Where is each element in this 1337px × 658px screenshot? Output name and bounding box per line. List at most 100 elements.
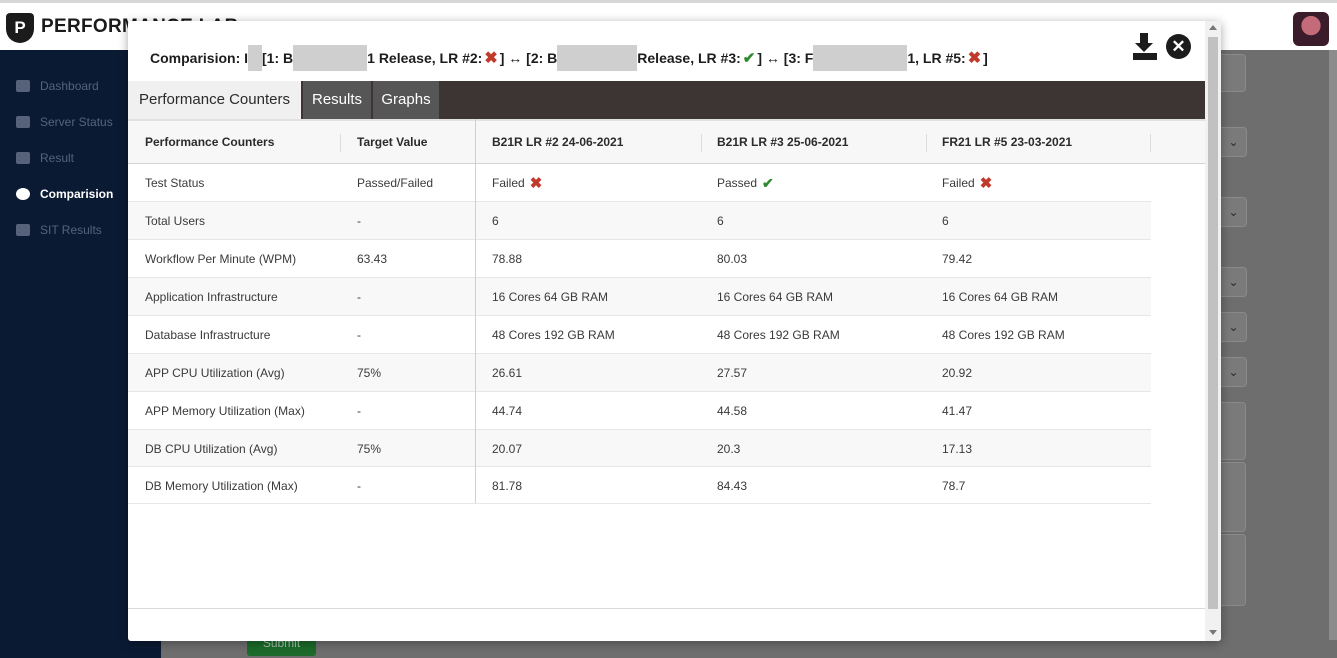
sitemap-icon <box>16 224 30 236</box>
column-header-target[interactable]: Target Value <box>357 121 427 164</box>
bar-chart-icon <box>16 80 30 92</box>
tab-results[interactable]: Results <box>301 81 371 119</box>
tab-performance-counters[interactable]: Performance Counters <box>128 81 301 119</box>
cell-counter: APP CPU Utilization (Avg) <box>145 366 285 380</box>
title-run3-open: ] ↔ [3: F <box>757 50 814 66</box>
cell-run-3: 20.92 <box>942 366 973 380</box>
list-icon <box>16 152 30 164</box>
cross-icon: ✖ <box>967 50 982 67</box>
cell-run-2: 27.57 <box>717 366 748 380</box>
app-logo: P <box>6 13 34 43</box>
cell-counter: DB CPU Utilization (Avg) <box>145 441 278 456</box>
chevron-down-icon: ⌄ <box>1221 197 1247 227</box>
cell-target: - <box>357 404 361 418</box>
sidebar-item-label: Result <box>40 151 75 165</box>
cell-run-2: 44.58 <box>717 404 748 418</box>
check-icon: ✔ <box>742 50 756 67</box>
chevron-down-icon: ⌄ <box>1221 357 1247 387</box>
table-row: Application Infrastructure - 16 Cores 64… <box>128 278 1151 316</box>
gears-icon <box>16 188 30 200</box>
table-header: Performance Counters Target Value B21R L… <box>128 119 1205 164</box>
redacted-block <box>557 45 638 71</box>
cell-counter: Test Status <box>145 176 205 190</box>
power-icon <box>16 116 30 128</box>
column-header-counter[interactable]: Performance Counters <box>145 121 274 164</box>
redacted-block <box>813 45 908 71</box>
table-row: Total Users - 6 6 6 <box>128 202 1151 240</box>
column-header-run-1[interactable]: B21R LR #2 24-06-2021 <box>492 121 623 164</box>
cell-run-3: 48 Cores 192 GB RAM <box>942 328 1065 342</box>
column-divider <box>926 134 927 152</box>
cell-run-1: Failed ✖ <box>492 164 542 202</box>
cell-run-2: 48 Cores 192 GB RAM <box>717 328 840 342</box>
sidebar-item-label: Dashboard <box>40 79 99 93</box>
close-circle-icon: ✕ <box>1171 37 1186 56</box>
status-text: Failed <box>492 176 525 190</box>
cell-target: 63.43 <box>357 252 388 266</box>
page-scrollbar[interactable] <box>1329 50 1337 640</box>
cell-target: - <box>357 478 361 493</box>
cell-target: - <box>357 214 361 228</box>
cell-run-1: 20.07 <box>492 441 523 456</box>
table-row: DB CPU Utilization (Avg) 75% 20.07 20.3 … <box>128 430 1151 467</box>
modal-scrollbar[interactable] <box>1205 21 1221 641</box>
cell-target: - <box>357 328 361 342</box>
cell-run-3: 41.47 <box>942 404 973 418</box>
cell-counter: Workflow Per Minute (WPM) <box>145 252 297 266</box>
table-row: DB Memory Utilization (Max) - 81.78 84.4… <box>128 467 1151 504</box>
cross-icon: ✖ <box>529 175 543 192</box>
table-row: APP Memory Utilization (Max) - 44.74 44.… <box>128 392 1151 430</box>
table-row: Database Infrastructure - 48 Cores 192 G… <box>128 316 1151 354</box>
table-row: Test Status Passed/Failed Failed ✖ Passe… <box>128 164 1151 202</box>
cell-counter: APP Memory Utilization (Max) <box>145 404 305 418</box>
status-text: Failed <box>942 176 975 190</box>
title-suffix: ] <box>983 50 988 66</box>
cell-run-1: 81.78 <box>492 478 523 493</box>
title-run3-close: 1, LR #5: <box>907 50 966 66</box>
cell-run-2: Passed ✔ <box>717 164 774 202</box>
cell-run-2: 16 Cores 64 GB RAM <box>717 290 834 304</box>
table-row: APP CPU Utilization (Avg) 75% 26.61 27.5… <box>128 354 1151 392</box>
download-button[interactable] <box>1131 33 1159 63</box>
user-avatar[interactable] <box>1293 12 1329 46</box>
tab-bar: Performance Counters Results Graphs <box>128 81 1205 119</box>
cell-run-1: 16 Cores 64 GB RAM <box>492 290 609 304</box>
cell-run-2: 84.43 <box>717 478 748 493</box>
column-divider <box>701 134 702 152</box>
cell-counter: Application Infrastructure <box>145 290 278 304</box>
cell-run-1: 44.74 <box>492 404 523 418</box>
redacted-block <box>248 45 263 71</box>
cell-run-3: 16 Cores 64 GB RAM <box>942 290 1059 304</box>
cell-run-1: 48 Cores 192 GB RAM <box>492 328 615 342</box>
cross-icon: ✖ <box>979 175 993 192</box>
tab-graphs[interactable]: Graphs <box>371 81 439 119</box>
cell-run-3: 79.42 <box>942 252 973 266</box>
cell-target: Passed/Failed <box>357 176 434 190</box>
sidebar-item-label: Comparision <box>40 187 114 201</box>
cell-run-3: 6 <box>942 214 949 228</box>
column-divider <box>1150 134 1151 152</box>
sidebar-item-label: SIT Results <box>40 223 102 237</box>
sidebar-item-label: Server Status <box>40 115 113 129</box>
cell-run-1: 26.61 <box>492 366 523 380</box>
cell-run-3: Failed ✖ <box>942 164 992 202</box>
scrollbar-thumb[interactable] <box>1208 37 1218 609</box>
cell-run-3: 78.7 <box>942 478 966 493</box>
cell-target: 75% <box>357 366 382 380</box>
cell-run-1: 6 <box>492 214 499 228</box>
cell-run-2: 80.03 <box>717 252 748 266</box>
column-header-run-2[interactable]: B21R LR #3 25-06-2021 <box>717 121 848 164</box>
scroll-up-arrow-icon[interactable] <box>1209 25 1217 30</box>
column-header-run-3[interactable]: FR21 LR #5 23-03-2021 <box>942 121 1072 164</box>
scroll-down-arrow-icon[interactable] <box>1209 630 1217 635</box>
check-icon: ✔ <box>762 174 774 191</box>
cell-counter: Database Infrastructure <box>145 328 271 342</box>
redacted-block <box>293 45 368 71</box>
cross-icon: ✖ <box>484 50 498 67</box>
cell-counter: Total Users <box>145 214 206 228</box>
close-button[interactable]: ✕ <box>1166 34 1191 59</box>
title-run1-close: 1 Release, LR #2: <box>367 50 483 66</box>
performance-counters-table: Performance Counters Target Value B21R L… <box>128 119 1205 609</box>
cell-counter: DB Memory Utilization (Max) <box>145 478 298 493</box>
chevron-down-icon: ⌄ <box>1221 267 1247 297</box>
